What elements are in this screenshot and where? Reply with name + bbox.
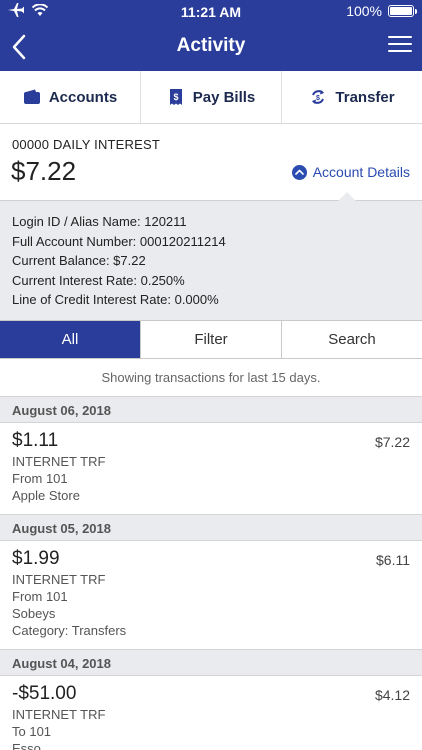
detail-account-number: Full Account Number: 000120211214	[12, 233, 226, 249]
hamburger-menu-icon[interactable]	[388, 36, 412, 56]
transaction-category: Category: Transfers	[12, 623, 127, 638]
running-balance: $6.11	[376, 552, 410, 568]
transaction-type: INTERNET TRF	[12, 707, 106, 722]
transaction-account: From 101	[12, 471, 68, 486]
transaction-merchant: Apple Store	[12, 488, 80, 503]
account-name: 00000 DAILY INTEREST	[12, 137, 161, 152]
transaction-type: INTERNET TRF	[12, 454, 106, 469]
running-balance: $4.12	[374, 687, 410, 703]
detail-current-balance: Current Balance: $7.22	[12, 253, 146, 268]
transaction-type: INTERNET TRF	[12, 572, 106, 587]
transfer-icon: $	[312, 90, 325, 104]
transaction-merchant: Esso	[12, 741, 41, 750]
transaction-row[interactable]: $1.99 INTERNET TRF From 101 Sobeys Categ…	[0, 541, 422, 649]
svg-text:$: $	[173, 92, 178, 102]
detail-login-id: Login ID / Alias Name: 120211	[12, 214, 187, 229]
quick-actions-bar: Accounts $ Pay Bills $ Transfer	[0, 71, 422, 124]
transaction-amount: $1.11	[12, 430, 59, 451]
transaction-account: From 101	[12, 589, 68, 604]
detail-loc-interest-rate: Line of Credit Interest Rate: 0.000%	[12, 292, 219, 307]
transaction-merchant: Sobeys	[12, 606, 56, 621]
status-bar: 11:21 AM 100%	[0, 0, 422, 24]
transaction-amount: -$51.00	[12, 683, 77, 704]
accounts-button[interactable]: Accounts	[0, 71, 141, 123]
wallet-icon	[23, 89, 40, 104]
date-header: August 04, 2018	[0, 649, 422, 676]
transaction-row[interactable]: -$51.00 INTERNET TRF To 101 Esso $4.12	[0, 676, 422, 750]
pay-bills-label: Pay Bills	[192, 88, 256, 106]
showing-note: Showing transactions for last 15 days.	[0, 359, 422, 396]
svg-text:$: $	[316, 95, 320, 102]
nav-bar: Activity	[0, 24, 422, 71]
date-header: August 06, 2018	[0, 396, 422, 423]
account-details-toggle[interactable]: Account Details	[291, 164, 410, 180]
transaction-row[interactable]: $1.11 INTERNET TRF From 101 Apple Store …	[0, 423, 422, 514]
battery-percent: 100%	[346, 3, 382, 19]
account-details-panel: Login ID / Alias Name: 120211 Full Accou…	[0, 192, 422, 320]
transaction-account: To 101	[12, 724, 52, 739]
chevron-up-icon	[291, 164, 307, 180]
date-header: August 05, 2018	[0, 514, 422, 541]
tab-filter[interactable]: Filter	[141, 321, 282, 358]
tab-search[interactable]: Search	[282, 321, 422, 358]
transfer-button[interactable]: $ Transfer	[282, 71, 422, 123]
tab-all[interactable]: All	[0, 321, 141, 358]
detail-interest-rate: Current Interest Rate: 0.250%	[12, 272, 185, 288]
transfer-label: Transfer	[335, 88, 395, 106]
battery-icon	[388, 5, 417, 17]
account-header: 00000 DAILY INTEREST $7.22 Account Detai…	[0, 124, 422, 200]
running-balance: $7.22	[374, 434, 410, 450]
pay-bills-button[interactable]: $ Pay Bills	[141, 71, 282, 123]
account-details-label: Account Details	[312, 164, 410, 180]
transaction-amount: $1.99	[12, 548, 60, 569]
page-title: Activity	[176, 35, 246, 56]
bill-icon: $	[169, 89, 182, 105]
transaction-list: August 06, 2018 $1.11 INTERNET TRF From …	[0, 396, 422, 750]
account-balance: $7.22	[11, 156, 77, 186]
transaction-tabs: All Filter Search	[0, 320, 422, 359]
accounts-label: Accounts	[48, 88, 118, 106]
panel-pointer	[338, 192, 356, 201]
